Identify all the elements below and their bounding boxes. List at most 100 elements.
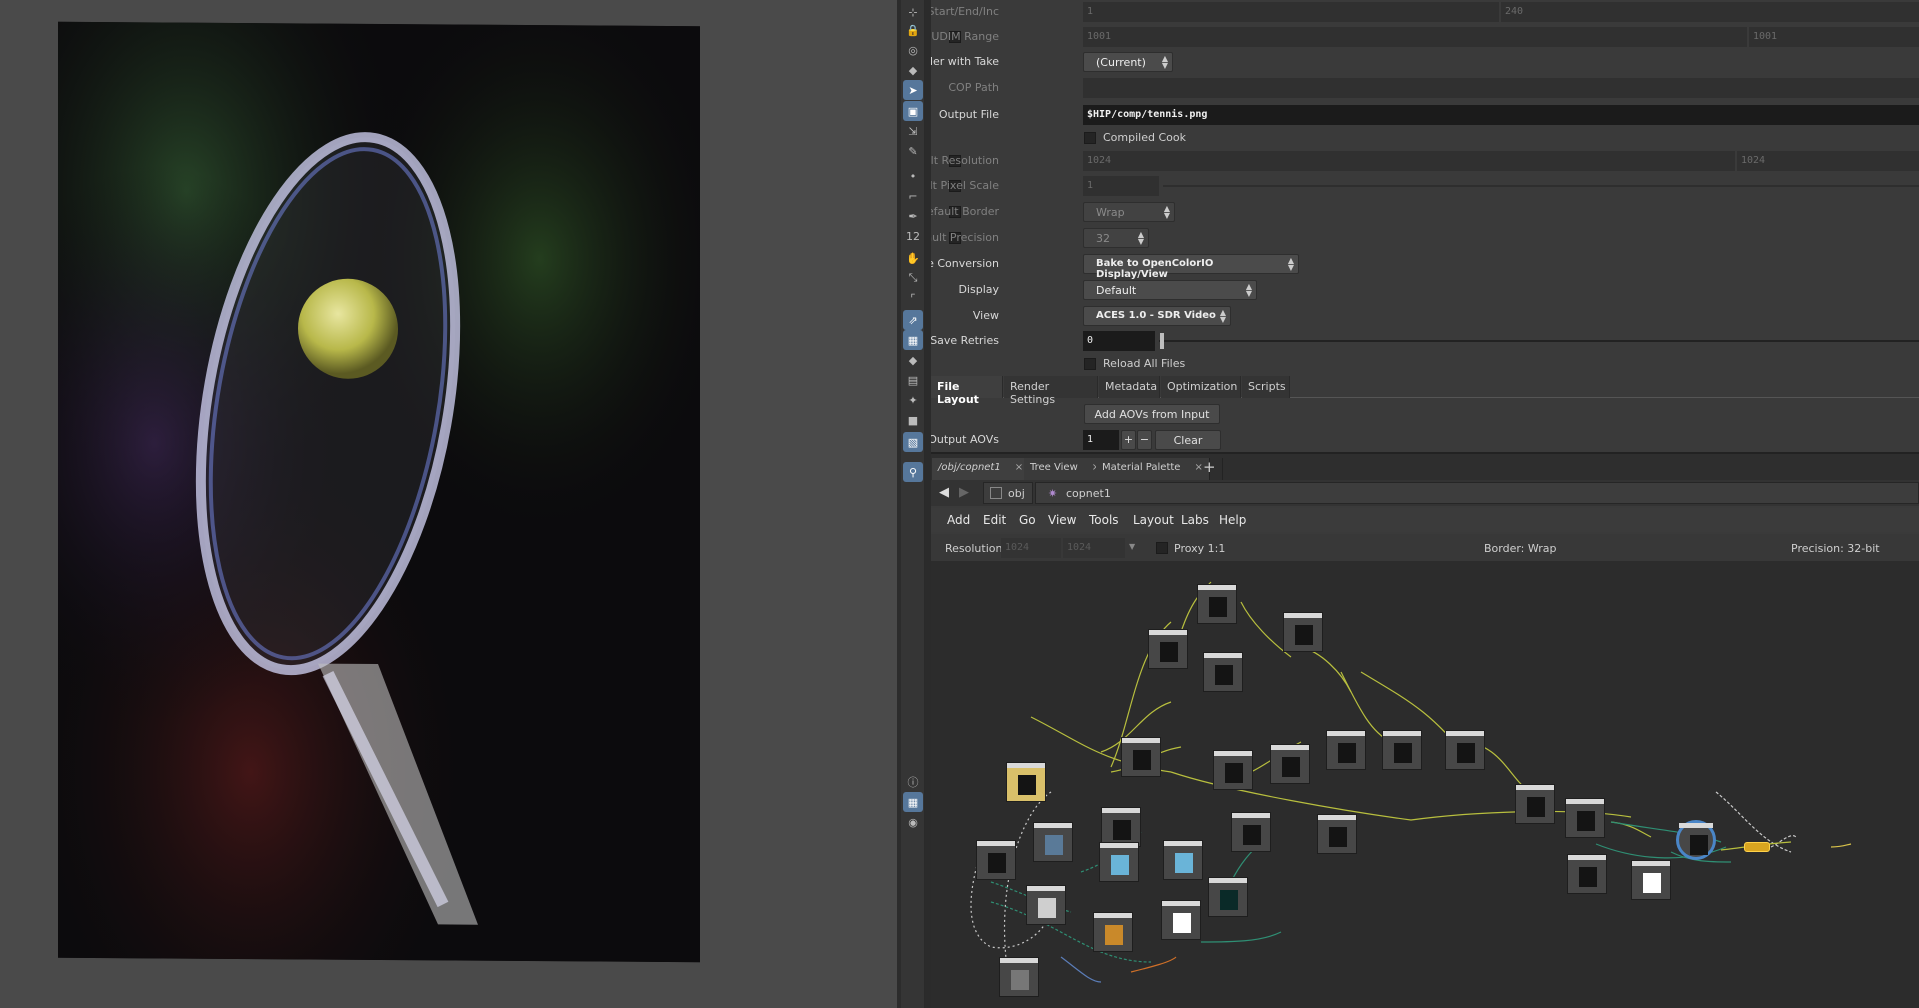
border-menu[interactable]: Wrap ▲ ▼	[1083, 202, 1175, 222]
udim-start-field[interactable]: 1001	[1083, 27, 1747, 47]
tab-render-settings[interactable]: Render Settings	[1004, 376, 1098, 406]
menu-view[interactable]: View	[1048, 513, 1076, 527]
network-node[interactable]	[1161, 900, 1201, 940]
add-aov-button[interactable]: +	[1121, 430, 1136, 450]
network-node[interactable]	[1148, 629, 1188, 669]
menu-go[interactable]: Go	[1019, 513, 1036, 527]
point-icon[interactable]: •	[903, 166, 923, 186]
start-field[interactable]: 1	[1083, 2, 1499, 22]
menu-tools[interactable]: Tools	[1089, 513, 1119, 527]
network-node[interactable]	[1203, 652, 1243, 692]
network-node-selected[interactable]	[1676, 820, 1716, 860]
tab-metadata[interactable]: Metadata	[1099, 376, 1160, 398]
pane-tab-material-palette[interactable]: Material Palette ×	[1096, 458, 1210, 480]
resolution-y-field[interactable]: 1024	[1063, 538, 1125, 558]
network-editor[interactable]	[931, 562, 1919, 1008]
resolution-y-field[interactable]: 1024	[1737, 151, 1919, 171]
network-node[interactable]	[1121, 737, 1161, 777]
pane-tab-copnet1[interactable]: /obj/copnet1 ×	[932, 458, 1031, 480]
pixel-scale-field[interactable]: 1	[1083, 176, 1159, 196]
output-file-field[interactable]: $HIP/comp/tennis.png	[1083, 105, 1919, 125]
network-node[interactable]	[1208, 877, 1248, 917]
network-node-sticky[interactable]	[1006, 762, 1046, 802]
network-node[interactable]	[1231, 812, 1271, 852]
view-icon[interactable]: ▣	[903, 101, 923, 121]
menu-add[interactable]: Add	[947, 513, 970, 527]
resolution-x-field[interactable]: 1024	[1083, 151, 1735, 171]
close-icon[interactable]: ×	[1015, 462, 1023, 473]
menu-help[interactable]: Help	[1219, 513, 1246, 527]
cop-path-field[interactable]	[1083, 78, 1919, 98]
network-node[interactable]	[1099, 842, 1139, 882]
pin-icon[interactable]: ⚲	[903, 462, 923, 482]
wand-icon[interactable]: ✦	[903, 390, 923, 410]
pose-icon[interactable]: ⊹	[903, 2, 923, 22]
network-node[interactable]	[1631, 860, 1671, 900]
network-node[interactable]	[1101, 807, 1141, 847]
colorspace-menu[interactable]: Bake to OpenColorIO Display/View ▲ ▼	[1083, 254, 1299, 280]
network-node[interactable]	[976, 840, 1016, 880]
pane-tab-tree-view[interactable]: Tree View×	[1024, 458, 1108, 480]
path-root-obj[interactable]: obj	[983, 482, 1033, 504]
network-node[interactable]	[1213, 750, 1253, 790]
remove-aov-button[interactable]: −	[1137, 430, 1152, 450]
network-node[interactable]	[1382, 730, 1422, 770]
paint-icon[interactable]: ✎	[903, 141, 923, 161]
resolution-dropdown-icon[interactable]: ▼	[1129, 542, 1135, 551]
render-take-menu[interactable]: (Current) ▲ ▼	[1083, 52, 1173, 72]
end-field[interactable]: 240	[1501, 2, 1919, 22]
proxy-checkbox[interactable]	[1156, 542, 1168, 554]
pen-icon[interactable]: ✒	[903, 206, 923, 226]
reload-all-files-checkbox[interactable]	[1084, 358, 1096, 370]
hand-icon[interactable]: ✋	[903, 248, 923, 268]
precision-menu[interactable]: 32 ▲ ▼	[1083, 228, 1149, 248]
output-aovs-field[interactable]: 1	[1083, 430, 1119, 450]
add-aovs-button[interactable]: Add AOVs from Input	[1084, 404, 1220, 424]
lock-icon[interactable]: 🔒	[903, 20, 923, 40]
network-node[interactable]	[1283, 612, 1323, 652]
image-icon[interactable]: ▤	[903, 370, 923, 390]
save-retries-slider[interactable]	[1159, 340, 1919, 342]
forward-arrow-icon[interactable]: ▶	[959, 485, 969, 500]
transform-icon[interactable]: ⇗	[903, 310, 923, 330]
network-node[interactable]	[1317, 814, 1357, 854]
network-node[interactable]	[1197, 584, 1237, 624]
eye-icon[interactable]: ◉	[903, 812, 923, 832]
tab-scripts[interactable]: Scripts	[1242, 376, 1290, 398]
camera-orbit-icon[interactable]: ◎	[903, 40, 923, 60]
view-menu[interactable]: ACES 1.0 - SDR Video ▲ ▼	[1083, 306, 1231, 326]
output-node[interactable]	[1744, 842, 1770, 852]
pixel-scale-slider[interactable]	[1163, 185, 1919, 187]
crop-icon[interactable]: ⌜	[903, 288, 923, 308]
compiled-cook-checkbox[interactable]	[1084, 132, 1096, 144]
select-icon[interactable]: ➤	[903, 80, 923, 100]
network-node[interactable]	[1163, 840, 1203, 880]
layout-icon[interactable]: ▦	[903, 792, 923, 812]
diamond-icon[interactable]: ◆	[903, 350, 923, 370]
scale-icon[interactable]: ⤡	[903, 268, 923, 288]
save-retries-field[interactable]: 0	[1083, 331, 1155, 351]
network-node[interactable]	[1270, 744, 1310, 784]
network-node[interactable]	[1033, 822, 1073, 862]
tab-file-layout[interactable]: File Layout	[931, 376, 1003, 406]
network-node[interactable]	[999, 957, 1039, 997]
brush-icon[interactable]: ⌐	[903, 186, 923, 206]
clear-aovs-button[interactable]: Clear	[1155, 430, 1221, 450]
mask-icon[interactable]: ▦	[903, 330, 923, 350]
network-node[interactable]	[1567, 854, 1607, 894]
network-node[interactable]	[1515, 784, 1555, 824]
network-node[interactable]	[1326, 730, 1366, 770]
number-icon[interactable]: 12	[903, 226, 923, 246]
back-arrow-icon[interactable]: ◀	[939, 485, 949, 500]
screenshot-icon[interactable]: ▧	[903, 432, 923, 452]
tab-optimization[interactable]: Optimization	[1161, 376, 1241, 398]
network-node[interactable]	[1445, 730, 1485, 770]
network-node[interactable]	[1565, 798, 1605, 838]
menu-labs[interactable]: Labs	[1181, 513, 1209, 527]
resolution-x-field[interactable]: 1024	[1001, 538, 1061, 558]
add-tab-button[interactable]: +	[1197, 458, 1223, 480]
slider-handle[interactable]	[1160, 333, 1164, 349]
network-node[interactable]	[1093, 912, 1133, 952]
udim-end-field[interactable]: 1001	[1749, 27, 1919, 47]
stop-icon[interactable]: ■	[903, 410, 923, 430]
